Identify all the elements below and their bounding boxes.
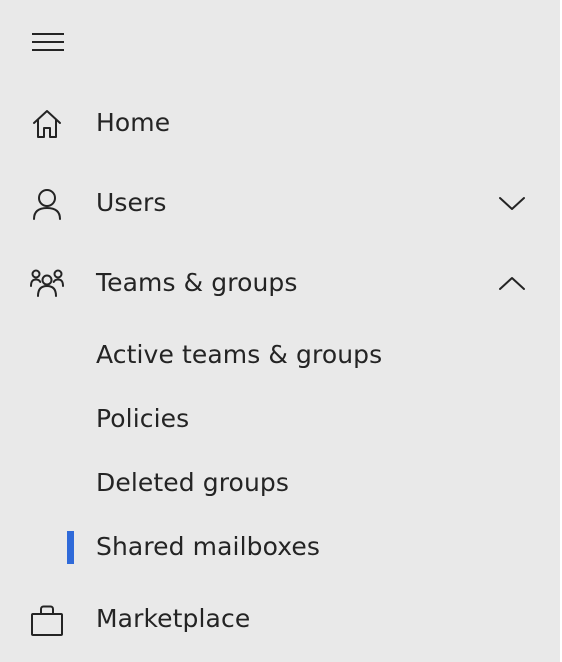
nav-item-teams-groups[interactable]: Teams & groups <box>0 255 560 311</box>
nav-item-marketplace[interactable]: Marketplace <box>0 591 560 647</box>
nav-item-label: Marketplace <box>96 604 251 633</box>
hamburger-menu-button[interactable] <box>24 22 72 62</box>
person-icon <box>30 187 64 221</box>
hamburger-icon <box>31 31 65 53</box>
chevron-down-icon[interactable] <box>496 189 528 217</box>
sub-item-label: Active teams & groups <box>96 340 383 369</box>
navigation-pane: Home Users Teams & groups Active teams &… <box>0 0 562 662</box>
sub-item-shared-mailboxes[interactable]: Shared mailboxes <box>0 521 560 573</box>
people-group-icon <box>30 267 64 301</box>
nav-item-label: Users <box>96 188 167 217</box>
nav-item-home[interactable]: Home <box>0 95 560 151</box>
sub-item-label: Deleted groups <box>96 468 289 497</box>
sub-item-policies[interactable]: Policies <box>0 393 560 445</box>
selected-indicator <box>67 531 74 564</box>
sub-item-label: Policies <box>96 404 190 433</box>
nav-item-users[interactable]: Users <box>0 175 560 231</box>
shopping-bag-icon <box>30 603 64 637</box>
chevron-up-icon[interactable] <box>496 269 528 297</box>
nav-item-label: Teams & groups <box>96 268 298 297</box>
sub-item-active-teams-groups[interactable]: Active teams & groups <box>0 329 560 381</box>
sub-item-deleted-groups[interactable]: Deleted groups <box>0 457 560 509</box>
home-icon <box>30 107 64 141</box>
nav-item-label: Home <box>96 108 171 137</box>
sub-item-label: Shared mailboxes <box>96 532 320 561</box>
